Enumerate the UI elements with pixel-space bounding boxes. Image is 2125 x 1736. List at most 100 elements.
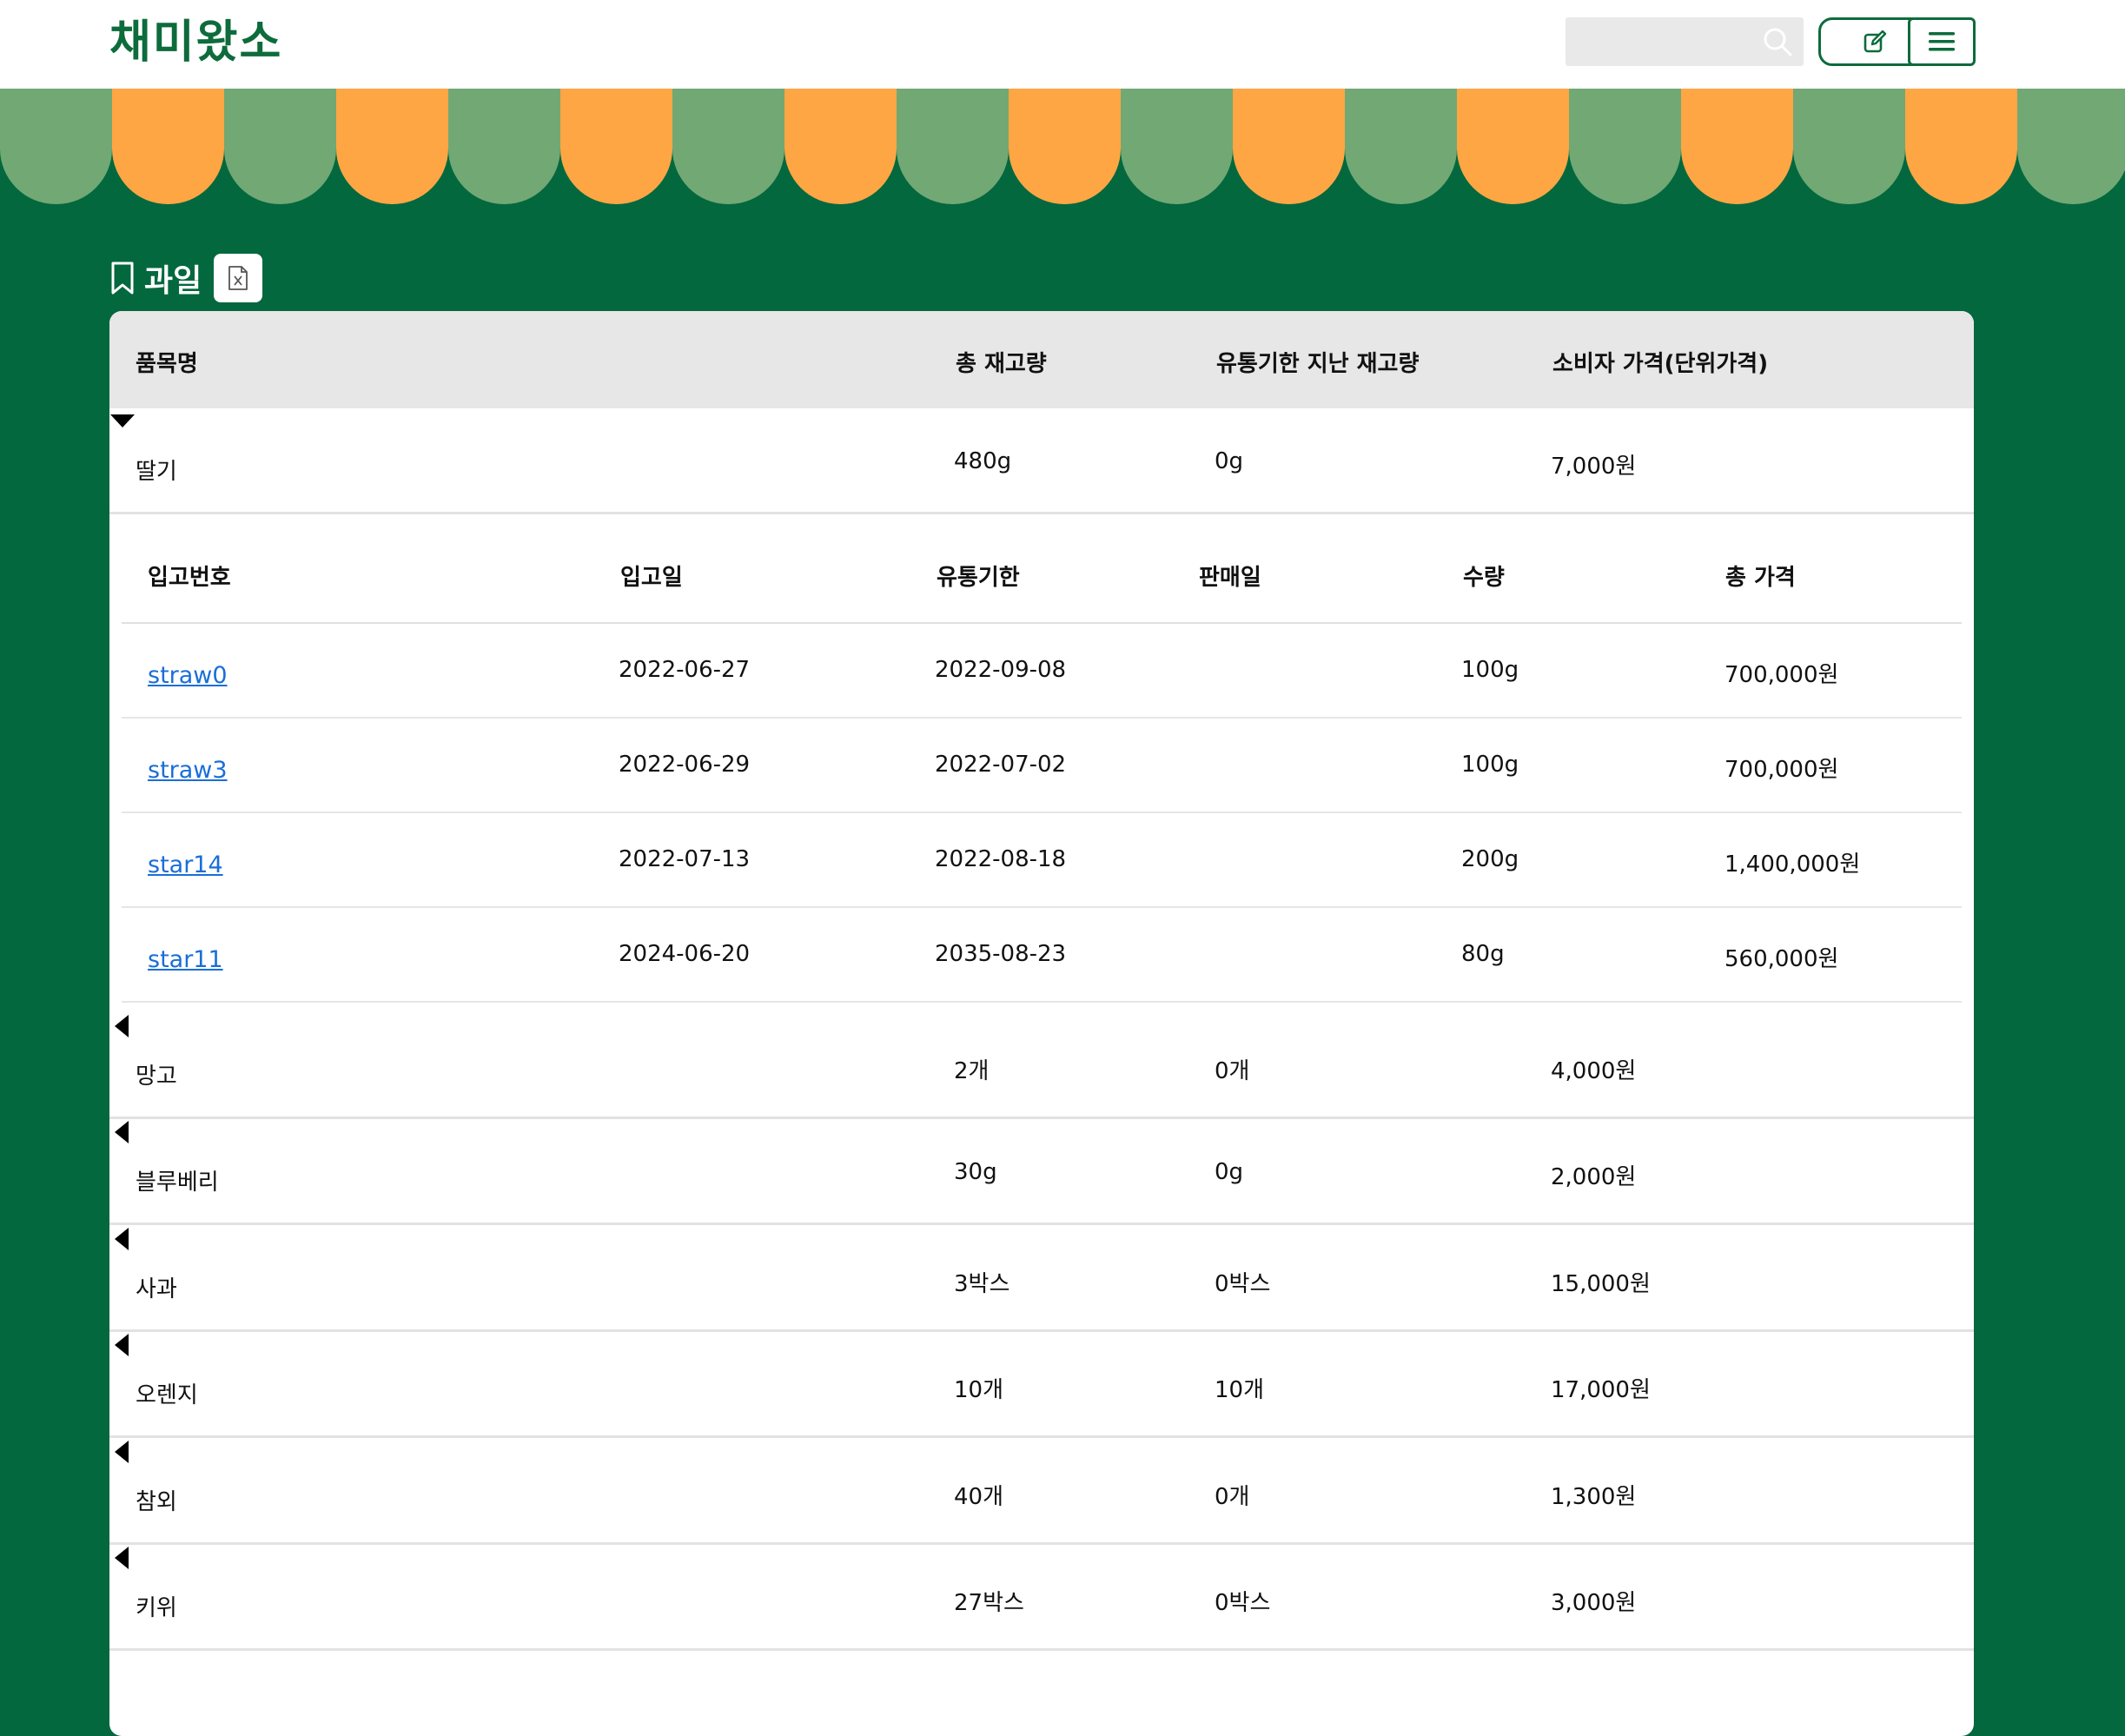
search-input[interactable] [1566,17,1804,66]
quantity: 200g [1461,846,1519,872]
table-row[interactable]: 사과 3박스 0박스 15,000원 [109,1226,1974,1332]
total-price: 700,000원 [1724,662,1839,688]
detail-row: straw0 2022-06-27 2022-09-08 100g 700,00… [122,624,1962,719]
table-row[interactable]: 키위 27박스 0박스 3,000원 [109,1545,1974,1651]
awning-scallop [336,89,448,204]
category-heading: 과일 [109,254,263,302]
table-row[interactable]: 블루베리 30g 0g 2,000원 [109,1119,1974,1225]
item-total-stock: 27박스 [954,1590,1024,1616]
item-name: 망고 [136,1063,177,1090]
edit-icon [1864,30,1887,53]
item-expired-stock: 10개 [1215,1377,1265,1403]
quantity: 100g [1461,657,1519,683]
awning-decoration [0,89,2125,204]
item-name: 참외 [136,1489,177,1515]
total-price: 1,400,000원 [1724,851,1861,878]
item-price: 2,000원 [1551,1164,1637,1190]
item-total-stock: 2개 [954,1058,990,1084]
received-date: 2024-06-20 [619,941,751,967]
awning-scallop [1569,89,1681,204]
awning-scallop [2017,89,2125,204]
hamburger-menu-icon [1929,32,1955,51]
item-price: 17,000원 [1551,1377,1651,1403]
item-name: 오렌지 [136,1382,198,1408]
item-total-stock: 30g [954,1159,997,1185]
excel-file-icon [228,266,248,290]
caret-down-icon[interactable] [109,408,136,434]
top-navigation-bar: 채미왔소 [0,0,2125,89]
awning-scallop [672,89,784,204]
category-title: 과일 [144,263,202,299]
item-price: 15,000원 [1551,1271,1651,1297]
detail-header-id: 입고번호 [148,565,231,591]
menu-button[interactable] [1908,17,1976,66]
awning-scallop [0,89,112,204]
caret-left-icon[interactable] [109,1226,136,1252]
caret-left-icon[interactable] [109,1332,136,1358]
awning-scallop [448,89,560,204]
header-expired-stock: 유통기한 지난 재고량 [1216,351,1420,377]
caret-left-icon[interactable] [109,1439,136,1465]
awning-scallop [224,89,336,204]
header-name: 품목명 [136,351,198,377]
table-row[interactable]: 오렌지 10개 10개 17,000원 [109,1332,1974,1438]
stock-id-link[interactable]: straw3 [148,757,228,784]
item-total-stock: 480g [954,448,1012,474]
item-expired-stock: 0g [1215,1159,1244,1185]
awning-scallop [1793,89,1905,204]
expiry-date: 2022-09-08 [935,657,1067,683]
awning-scallop [112,89,224,204]
awning-scallop [897,89,1009,204]
awning-scallop [1233,89,1345,204]
expiry-date: 2022-08-18 [935,846,1067,872]
detail-header-quantity: 수량 [1463,565,1505,591]
received-date: 2022-07-13 [619,846,751,872]
stock-id-link[interactable]: star14 [148,851,223,878]
item-price: 1,300원 [1551,1484,1637,1510]
table-header: 품목명 총 재고량 유통기한 지난 재고량 소비자 가격(단위가격) [109,311,1974,408]
awning-scallop [1905,89,2017,204]
caret-left-icon[interactable] [109,1013,136,1039]
awning-scallop [784,89,897,204]
item-expired-stock: 0박스 [1215,1271,1271,1297]
received-date: 2022-06-29 [619,752,751,778]
detail-header-total-price: 총 가격 [1725,565,1796,591]
caret-left-icon[interactable] [109,1545,136,1571]
received-date: 2022-06-27 [619,657,751,683]
detail-header-received: 입고일 [620,565,683,591]
table-row[interactable]: 망고 2개 0개 4,000원 [109,1013,1974,1119]
item-total-stock: 3박스 [954,1271,1010,1297]
item-name: 딸기 [136,459,177,485]
quantity: 100g [1461,752,1519,778]
item-expired-stock: 0박스 [1215,1590,1271,1616]
site-logo[interactable]: 채미왔소 [109,14,282,71]
item-name: 키위 [136,1595,177,1621]
awning-scallop [1345,89,1457,204]
stock-id-link[interactable]: star11 [148,946,223,973]
detail-row: star11 2024-06-20 2035-08-23 80g 560,000… [122,908,1962,1003]
stock-id-link[interactable]: straw0 [148,662,228,689]
item-total-stock: 10개 [954,1377,1004,1403]
quantity: 80g [1461,941,1505,967]
table-row[interactable]: 딸기 480g 0g 7,000원 [109,408,1974,514]
item-total-stock: 40개 [954,1484,1004,1510]
detail-header: 입고번호 입고일 유통기한 판매일 수량 총 가격 [122,516,1962,624]
total-price: 700,000원 [1724,757,1839,783]
item-expired-stock: 0g [1215,448,1244,474]
caret-left-icon[interactable] [109,1119,136,1145]
header-total-stock: 총 재고량 [956,351,1047,377]
total-price: 560,000원 [1724,946,1839,972]
search-icon[interactable] [1760,24,1795,59]
awning-scallop [1681,89,1793,204]
item-name: 사과 [136,1276,177,1302]
header-consumer-price: 소비자 가격(단위가격) [1552,351,1769,377]
item-expired-stock: 0개 [1215,1058,1250,1084]
expiry-date: 2035-08-23 [935,941,1067,967]
inventory-table: 품목명 총 재고량 유통기한 지난 재고량 소비자 가격(단위가격) 딸기 48… [109,311,1974,1736]
item-name: 블루베리 [136,1169,219,1196]
stock-detail-table: 입고번호 입고일 유통기한 판매일 수량 총 가격 straw0 2022-06… [122,516,1962,1020]
excel-download-button[interactable] [214,254,263,302]
bookmark-icon[interactable] [109,261,136,295]
table-row[interactable]: 참외 40개 0개 1,300원 [109,1439,1974,1545]
awning-scallop [1457,89,1569,204]
